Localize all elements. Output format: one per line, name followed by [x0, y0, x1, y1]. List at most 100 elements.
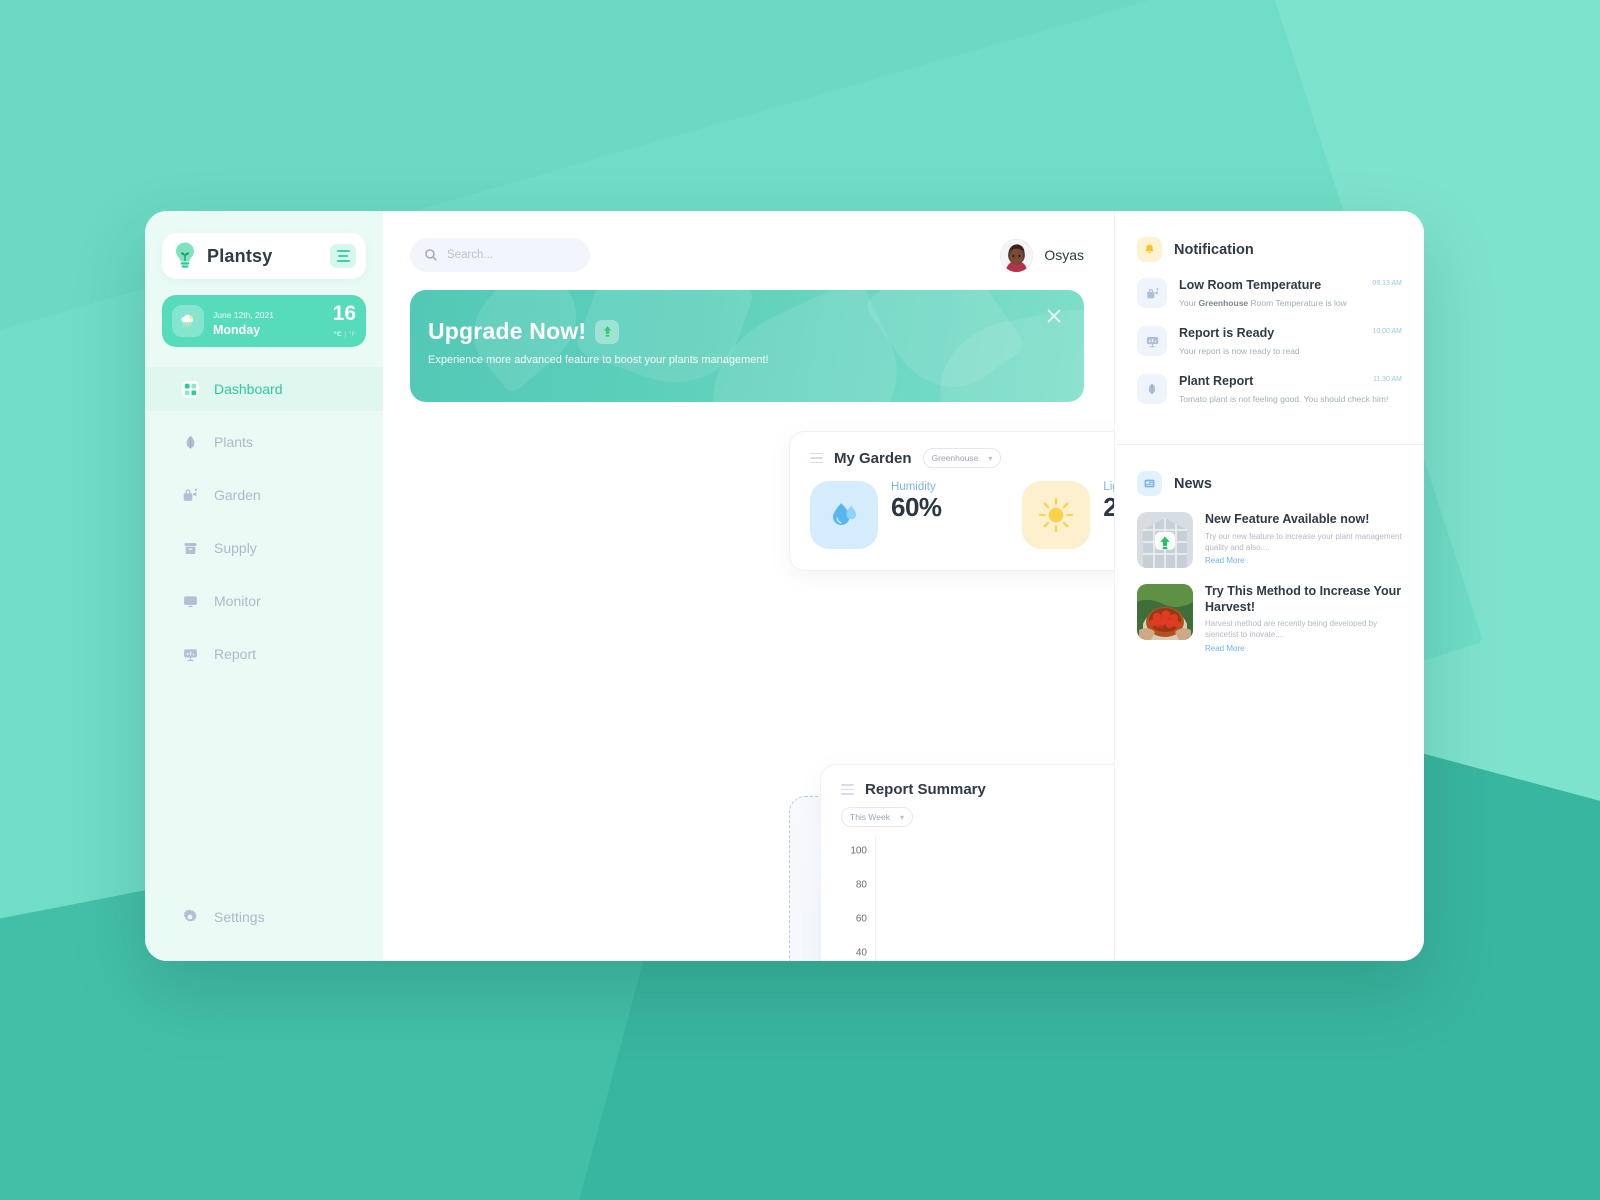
sidebar-item-label: Dashboard — [214, 381, 283, 397]
read-more-link[interactable]: Read More — [1205, 556, 1402, 565]
sidebar-item-dashboard[interactable]: Dashboard — [145, 367, 383, 411]
report-board-icon — [1137, 326, 1167, 356]
metric-humidity: Humidity 60% — [810, 481, 1022, 549]
notification-desc: Your Greenhouse Room Temperature is low — [1179, 298, 1347, 308]
report-summary-card: Report Summary More This Week ▾ GrowthPl… — [820, 764, 1114, 961]
notification-time: 09.13 AM — [1372, 280, 1402, 287]
news-item-desc: Harvest method are recently being develo… — [1205, 619, 1378, 640]
avatar[interactable] — [1000, 238, 1034, 272]
box-icon — [180, 538, 200, 558]
read-more-link[interactable]: Read More — [1205, 644, 1402, 653]
my-garden-header: My Garden Greenhouse ▾ More — [810, 448, 1114, 468]
leaf-icon — [180, 432, 200, 452]
watering-can-icon — [1137, 278, 1167, 308]
notification-time: 11.30 AM — [1372, 376, 1402, 383]
topbar: Osyas — [383, 211, 1114, 272]
metric-value: 60% — [891, 492, 942, 522]
notification-desc: Your report is now ready to read — [1179, 346, 1300, 356]
chart-bar-group — [962, 837, 1048, 961]
weather-day: Monday — [213, 323, 261, 337]
sidebar-item-garden[interactable]: Garden — [145, 473, 383, 517]
sidebar-item-monitor[interactable]: Monitor — [145, 579, 383, 623]
watering-can-icon — [180, 485, 200, 505]
leaf-icon — [1137, 374, 1167, 404]
news-item-title: Try This Method to Increase Your Harvest… — [1205, 584, 1402, 614]
notification-desc-highlight: Greenhouse — [1198, 298, 1249, 308]
news-panel: News New Feature Available now! Try our n… — [1115, 445, 1424, 669]
bell-icon — [1137, 237, 1162, 262]
weather-widget[interactable]: June 12th, 2021 Monday 16 °C | °F — [162, 295, 366, 347]
garden-filter-select[interactable]: Greenhouse ▾ — [922, 448, 1002, 468]
notification-desc: Tomato plant is not feeling good. You sh… — [1179, 394, 1389, 404]
report-title: Report Summary — [865, 781, 986, 798]
my-garden-card: My Garden Greenhouse ▾ More — [789, 431, 1114, 571]
unit-celsius[interactable]: °C — [334, 331, 342, 338]
sidebar-item-label: Monitor — [214, 593, 261, 609]
garden-filter-value: Greenhouse — [931, 453, 979, 463]
notification-body: Report is Ready 10.00 AM Your report is no… — [1179, 326, 1402, 359]
monitor-icon — [180, 591, 200, 611]
chart-y-tick: 80 — [855, 879, 867, 891]
close-icon[interactable] — [1045, 307, 1063, 325]
metric-light-text: Light 25% — [1103, 481, 1114, 521]
hamburger-icon[interactable] — [330, 244, 356, 268]
news-list: New Feature Available now! Try our new fe… — [1137, 512, 1402, 653]
report-board-icon — [180, 644, 200, 664]
chart-bar-group — [1047, 837, 1114, 961]
notification-item[interactable]: Low Room Temperature 09.13 AM Your Greenho… — [1137, 278, 1402, 311]
news-item-desc: Try our new feature to increase your pla… — [1205, 531, 1402, 552]
notification-list: Low Room Temperature 09.13 AM Your Greenho… — [1137, 278, 1402, 407]
water-drop-icon — [810, 481, 878, 549]
sidebar-item-report[interactable]: Report — [145, 632, 383, 676]
report-range-select[interactable]: This Week ▾ — [841, 807, 914, 827]
unit-fahrenheit[interactable]: °F — [349, 331, 356, 338]
notification-item[interactable]: Report is Ready 10.00 AM Your report is no… — [1137, 326, 1402, 359]
sidebar-item-plants[interactable]: Plants — [145, 420, 383, 464]
news-header: News — [1137, 471, 1402, 496]
page-title: My Garden — [834, 449, 912, 467]
weather-date: June 12th, 2021 — [213, 309, 274, 320]
upgrade-banner[interactable]: Upgrade Now! Experience more advanced fe… — [410, 290, 1084, 402]
user-menu[interactable]: Osyas — [1000, 238, 1084, 272]
sun-icon — [1022, 481, 1091, 549]
sidebar-footer: Settings — [145, 895, 383, 961]
notification-title-text: Low Room Temperature — [1179, 278, 1322, 292]
sidebar-item-label: Supply — [214, 540, 257, 556]
plant-bulb-logo-icon — [172, 241, 198, 271]
report-range-value: This Week — [850, 812, 890, 822]
notification-row: Plant Report 11.30 AM — [1179, 374, 1402, 389]
chevron-down-icon: ▾ — [988, 453, 993, 463]
notification-title-text: Plant Report — [1179, 374, 1254, 388]
unit-separator: | — [344, 330, 347, 338]
notification-item[interactable]: Plant Report 11.30 AM Tomato plant is not … — [1137, 374, 1402, 407]
news-title: News — [1174, 475, 1212, 492]
metric-value: 25% — [1103, 492, 1114, 522]
weather-temperature: 16 °C | °F — [333, 303, 356, 340]
drag-handle-icon[interactable] — [810, 452, 823, 464]
weather-temp-value: 16 — [332, 301, 356, 325]
news-item[interactable]: New Feature Available now! Try our new fe… — [1137, 512, 1402, 568]
sidebar-item-label: Report — [214, 646, 257, 662]
search-box[interactable] — [410, 238, 590, 272]
news-item[interactable]: Try This Method to Increase Your Harvest… — [1137, 584, 1402, 653]
grid-icon — [180, 379, 200, 399]
news-body: Try This Method to Increase Your Harvest… — [1205, 584, 1402, 653]
chevron-down-icon: ▾ — [900, 812, 905, 822]
user-name: Osyas — [1044, 247, 1084, 263]
banner-subtitle: Experience more advanced feature to boos… — [428, 354, 769, 366]
notification-panel: Notification Low Room Temperature 09.13 A… — [1115, 211, 1424, 422]
news-card-icon — [1137, 471, 1162, 496]
sidebar-item-label: Settings — [214, 909, 265, 925]
metric-light: Light 25% — [1022, 481, 1114, 549]
sidebar-item-settings[interactable]: Settings — [145, 895, 383, 939]
notification-body: Plant Report 11.30 AM Tomato plant is not … — [1179, 374, 1402, 407]
cloud-rain-icon — [172, 305, 204, 337]
sidebar-item-supply[interactable]: Supply — [145, 526, 383, 570]
sidebar-nav: Dashboard Plants Garden Supply Monitor R… — [145, 367, 383, 895]
notification-row: Report is Ready 10.00 AM — [1179, 326, 1402, 341]
drag-handle-icon[interactable] — [841, 784, 854, 795]
search-input[interactable] — [447, 249, 576, 261]
right-rail: Notification Low Room Temperature 09.13 A… — [1114, 211, 1424, 961]
weather-unit[interactable]: °C | °F — [334, 331, 356, 338]
brand-bar: Plantsy — [162, 233, 366, 279]
